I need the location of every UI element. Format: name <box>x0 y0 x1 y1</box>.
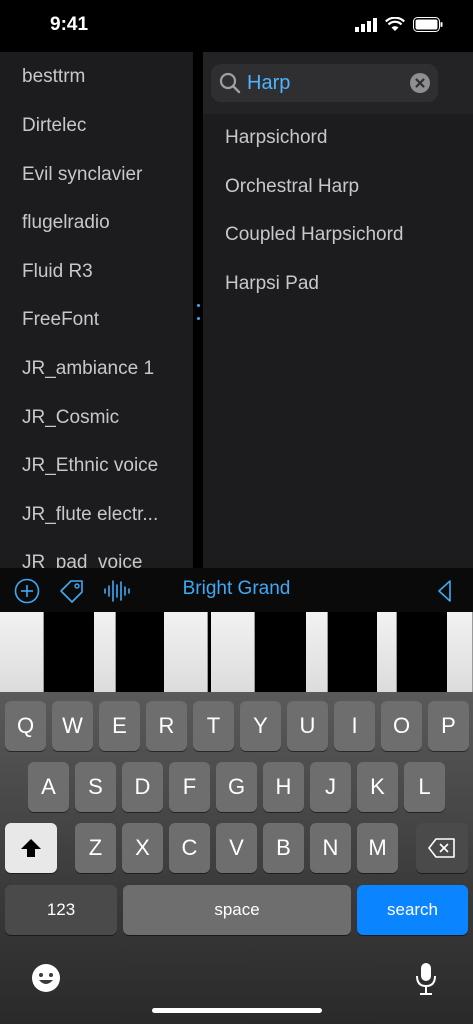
clear-icon[interactable] <box>410 73 430 93</box>
key-g[interactable]: G <box>216 762 257 812</box>
result-item[interactable]: Orchestral Harp <box>203 163 473 212</box>
key-t[interactable]: T <box>193 701 234 751</box>
soundfont-list[interactable]: besttrm Dirtelec Evil synclavier flugelr… <box>0 52 193 568</box>
list-item[interactable]: Evil synclavier <box>0 151 193 200</box>
piano-white-key[interactable] <box>94 612 116 692</box>
key-s[interactable]: S <box>75 762 116 812</box>
key-i[interactable]: I <box>334 701 375 751</box>
piano-keyboard[interactable] <box>0 612 473 692</box>
key-y[interactable]: Y <box>240 701 281 751</box>
list-item[interactable]: JR_Cosmic <box>0 394 193 443</box>
status-time: 9:41 <box>50 14 89 35</box>
key-c[interactable]: C <box>169 823 210 873</box>
key-h[interactable]: H <box>263 762 304 812</box>
instrument-toolbar: Bright Grand <box>0 568 473 612</box>
search-field[interactable] <box>211 64 438 102</box>
signal-icon <box>355 17 377 32</box>
collapse-triangle-icon[interactable] <box>436 578 452 604</box>
status-icons <box>355 17 443 32</box>
list-item[interactable]: JR_ambiance 1 <box>0 345 193 394</box>
key-u[interactable]: U <box>287 701 328 751</box>
key-b[interactable]: B <box>263 823 304 873</box>
key-n[interactable]: N <box>310 823 351 873</box>
list-item[interactable]: JR_Ethnic voice <box>0 442 193 491</box>
key-m[interactable]: M <box>357 823 398 873</box>
result-item[interactable]: Harpsichord <box>203 114 473 163</box>
key-l[interactable]: L <box>404 762 445 812</box>
delete-backward-icon <box>428 838 455 858</box>
search-key[interactable]: search <box>357 885 468 935</box>
search-bar <box>203 52 473 114</box>
drag-handle-icon[interactable] <box>196 304 200 320</box>
result-item[interactable]: Coupled Harpsichord <box>203 211 473 260</box>
battery-icon <box>413 17 443 32</box>
key-j[interactable]: J <box>310 762 351 812</box>
key-x[interactable]: X <box>122 823 163 873</box>
search-results: Harpsichord Orchestral Harp Coupled Harp… <box>203 114 473 308</box>
microphone-icon[interactable] <box>414 962 438 996</box>
current-preset-name[interactable]: Bright Grand <box>0 578 473 600</box>
status-bar: 9:41 <box>0 0 473 52</box>
wifi-icon <box>385 17 405 31</box>
piano-white-key[interactable] <box>447 612 473 692</box>
shift-key[interactable] <box>5 823 57 873</box>
key-r[interactable]: R <box>146 701 187 751</box>
search-input[interactable] <box>247 70 397 96</box>
key-a[interactable]: A <box>28 762 69 812</box>
key-z[interactable]: Z <box>75 823 116 873</box>
list-item[interactable]: Fluid R3 <box>0 248 193 297</box>
space-key[interactable]: space <box>123 885 351 935</box>
shift-icon <box>21 839 41 857</box>
search-icon <box>219 72 241 94</box>
key-p[interactable]: P <box>428 701 469 751</box>
key-v[interactable]: V <box>216 823 257 873</box>
key-k[interactable]: K <box>357 762 398 812</box>
list-item[interactable]: JR_pad_voice <box>0 539 193 568</box>
numbers-key[interactable]: 123 <box>5 885 117 935</box>
piano-white-key[interactable] <box>377 612 397 692</box>
list-item[interactable]: FreeFont <box>0 296 193 345</box>
piano-white-key[interactable] <box>211 612 255 692</box>
list-item[interactable]: JR_flute electr... <box>0 491 193 540</box>
piano-white-key[interactable] <box>306 612 328 692</box>
emoji-icon[interactable] <box>30 962 62 994</box>
split-divider[interactable] <box>193 52 203 568</box>
key-d[interactable]: D <box>122 762 163 812</box>
backspace-key[interactable] <box>416 823 468 873</box>
key-q[interactable]: Q <box>5 701 46 751</box>
home-indicator <box>152 1008 322 1013</box>
key-e[interactable]: E <box>99 701 140 751</box>
result-item[interactable]: Harpsi Pad <box>203 260 473 309</box>
system-keyboard: Q W E R T Y U I O P A S D F G H J K L Z … <box>0 692 473 1024</box>
list-item[interactable]: besttrm <box>0 52 193 102</box>
key-w[interactable]: W <box>52 701 93 751</box>
preset-panel: Harpsichord Orchestral Harp Coupled Harp… <box>203 52 473 568</box>
key-o[interactable]: O <box>381 701 422 751</box>
key-f[interactable]: F <box>169 762 210 812</box>
piano-white-key[interactable] <box>0 612 44 692</box>
list-item[interactable]: Dirtelec <box>0 102 193 151</box>
piano-white-key[interactable] <box>164 612 208 692</box>
list-item[interactable]: flugelradio <box>0 199 193 248</box>
